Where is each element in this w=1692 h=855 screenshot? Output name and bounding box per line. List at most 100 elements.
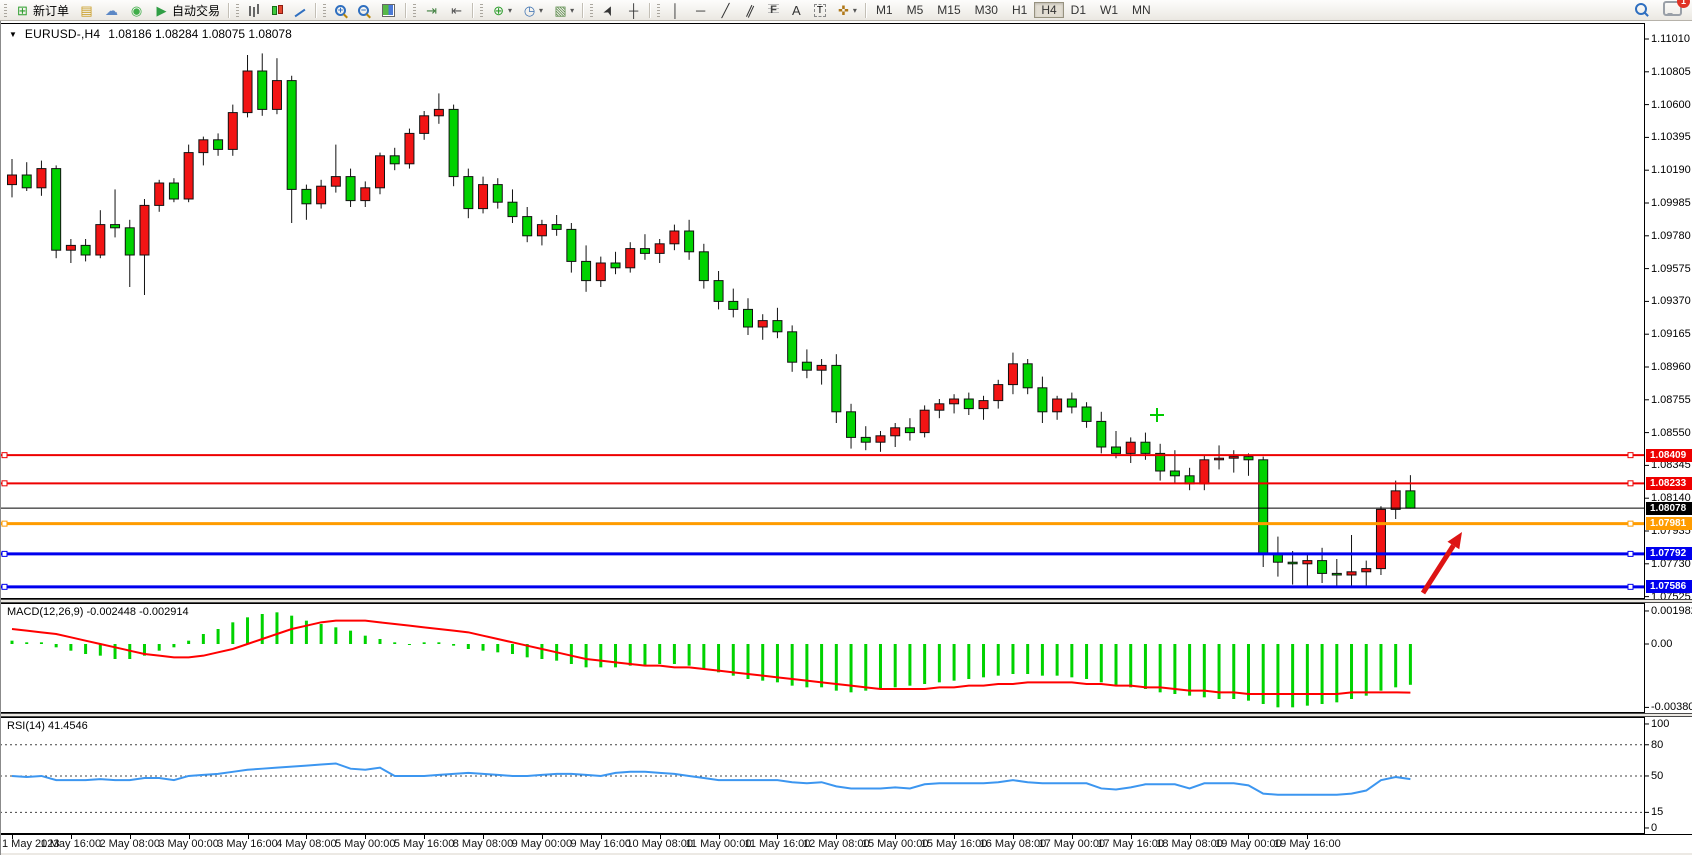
macd-histogram-bar bbox=[1306, 644, 1309, 706]
periods-button[interactable]: ◷▾ bbox=[517, 1, 548, 19]
macd-histogram-bar bbox=[246, 617, 249, 644]
line-handle[interactable] bbox=[1628, 521, 1633, 526]
macd-histogram-bar bbox=[585, 644, 588, 667]
candlestick bbox=[1376, 509, 1385, 568]
time-axis[interactable]: 1 May 20231 May 16:002 May 08:003 May 00… bbox=[0, 834, 1692, 853]
candlestick bbox=[891, 428, 900, 436]
macd-histogram-bar bbox=[334, 627, 337, 644]
macd-histogram-bar bbox=[1085, 644, 1088, 679]
macd-histogram-bar bbox=[40, 642, 43, 644]
macd-histogram-bar bbox=[408, 644, 411, 645]
candlestick bbox=[611, 263, 620, 268]
timeframe-mn-button[interactable]: MN bbox=[1125, 2, 1158, 18]
timeframe-w1-button[interactable]: W1 bbox=[1093, 2, 1125, 18]
line-handle[interactable] bbox=[2, 521, 7, 526]
crosshair-button[interactable]: ┼ bbox=[621, 1, 646, 19]
templates-button[interactable]: ▧▾ bbox=[548, 1, 579, 19]
macd-histogram-bar bbox=[1394, 644, 1397, 687]
fibonacci-button[interactable]: F bbox=[763, 1, 784, 19]
tile-windows-button[interactable] bbox=[375, 1, 402, 19]
bar-chart-button[interactable] bbox=[242, 1, 266, 19]
macd-histogram-bar bbox=[1218, 644, 1221, 699]
macd-histogram-bar bbox=[320, 624, 323, 644]
candlestick bbox=[449, 109, 458, 176]
chat-button[interactable]: 1 bbox=[1663, 1, 1682, 19]
timeframe-m30-button[interactable]: M30 bbox=[968, 2, 1005, 18]
signals-button[interactable]: ◉ bbox=[124, 1, 149, 19]
macd-histogram-bar bbox=[393, 642, 396, 644]
chart-window: ▼ EURUSD-,H4 1.08186 1.08284 1.08075 1.0… bbox=[0, 21, 1692, 855]
candlestick bbox=[567, 229, 576, 261]
zoom-sign: − bbox=[360, 3, 367, 17]
chart-menu-toggle-icon[interactable]: ▼ bbox=[9, 30, 17, 39]
text-label-button[interactable]: T bbox=[809, 1, 831, 19]
candlestick bbox=[714, 281, 723, 302]
template-icon: ▧ bbox=[553, 3, 568, 18]
candlestick bbox=[1259, 460, 1268, 554]
zoom-out-icon: − bbox=[358, 5, 369, 16]
line-handle[interactable] bbox=[2, 481, 7, 486]
arrows-button[interactable]: ✜▾ bbox=[831, 1, 862, 19]
metaeditor-button[interactable]: ▤ bbox=[74, 1, 99, 19]
macd-histogram-bar bbox=[953, 644, 956, 681]
macd-histogram-bar bbox=[1379, 644, 1382, 691]
pane-splitter[interactable] bbox=[0, 599, 1692, 603]
macd-histogram-bar bbox=[437, 642, 440, 644]
line-handle[interactable] bbox=[2, 584, 7, 589]
macd-histogram-bar bbox=[158, 644, 161, 651]
macd-histogram-bar bbox=[1409, 644, 1412, 685]
main-toolbar: ⊞新订单▤☁◉▶自动交易+−⇥⇤⊕▾◷▾▧▾➤┼│─╱∥FAT✜▾M1M5M15… bbox=[0, 0, 1692, 21]
trendline-button[interactable]: ╱ bbox=[713, 1, 738, 19]
indicators-button[interactable]: ⊕▾ bbox=[486, 1, 517, 19]
vertical-line-icon: │ bbox=[668, 3, 683, 18]
auto-scroll-button[interactable]: ⇥ bbox=[419, 1, 444, 19]
pane-splitter[interactable] bbox=[0, 713, 1692, 717]
macd-histogram-bar bbox=[1041, 644, 1044, 676]
search-button[interactable] bbox=[1635, 3, 1647, 18]
line-handle[interactable] bbox=[1628, 481, 1633, 486]
macd-histogram-bar bbox=[172, 644, 175, 647]
line-handle[interactable] bbox=[2, 551, 7, 556]
trendline-icon: ╱ bbox=[718, 3, 733, 18]
timeframe-d1-button[interactable]: D1 bbox=[1064, 2, 1093, 18]
candlestick bbox=[22, 175, 31, 188]
chart-shift-button[interactable]: ⇤ bbox=[444, 1, 469, 19]
vertical-line-button[interactable]: │ bbox=[663, 1, 688, 19]
timeframe-m15-button[interactable]: M15 bbox=[930, 2, 967, 18]
chart-ohlc-values: 1.08186 1.08284 1.08075 1.08078 bbox=[108, 27, 292, 41]
toolbar-grip bbox=[236, 4, 239, 17]
line-handle[interactable] bbox=[1628, 584, 1633, 589]
rsi-pane[interactable] bbox=[0, 717, 1692, 834]
candlestick bbox=[272, 81, 281, 110]
candlestick bbox=[96, 225, 105, 255]
zoom-out-button[interactable]: − bbox=[352, 1, 375, 19]
candlestick-chart-button[interactable] bbox=[266, 1, 288, 19]
autotrading-button[interactable]: ▶自动交易 bbox=[149, 1, 225, 19]
zoom-in-button[interactable]: + bbox=[329, 1, 352, 19]
label-icon: T bbox=[814, 4, 826, 17]
dropdown-caret-icon: ▾ bbox=[508, 6, 512, 15]
cursor-button[interactable]: ➤ bbox=[596, 1, 621, 19]
macd-histogram-bar bbox=[217, 629, 220, 644]
candlestick bbox=[184, 153, 193, 199]
line-chart-button[interactable] bbox=[288, 1, 312, 19]
community-button[interactable]: ☁ bbox=[99, 1, 124, 19]
price-pane[interactable] bbox=[0, 23, 1692, 599]
channel-button[interactable]: ∥ bbox=[738, 1, 763, 19]
line-handle[interactable] bbox=[1628, 551, 1633, 556]
line-handle[interactable] bbox=[1628, 453, 1633, 458]
text-button[interactable]: A bbox=[784, 1, 809, 19]
candlestick bbox=[52, 169, 61, 251]
timeframe-h4-button[interactable]: H4 bbox=[1034, 2, 1063, 18]
candlestick bbox=[1288, 562, 1297, 564]
macd-histogram-bar bbox=[25, 642, 28, 644]
macd-histogram-bar bbox=[570, 644, 573, 664]
line-handle[interactable] bbox=[2, 453, 7, 458]
toolbar-grip bbox=[413, 4, 416, 17]
horizontal-line-button[interactable]: ─ bbox=[688, 1, 713, 19]
timeframe-m1-button[interactable]: M1 bbox=[869, 2, 900, 18]
macd-pane[interactable] bbox=[0, 603, 1692, 713]
timeframe-h1-button[interactable]: H1 bbox=[1005, 2, 1034, 18]
timeframe-m5-button[interactable]: M5 bbox=[900, 2, 931, 18]
new-order-button[interactable]: ⊞新订单 bbox=[10, 1, 74, 19]
